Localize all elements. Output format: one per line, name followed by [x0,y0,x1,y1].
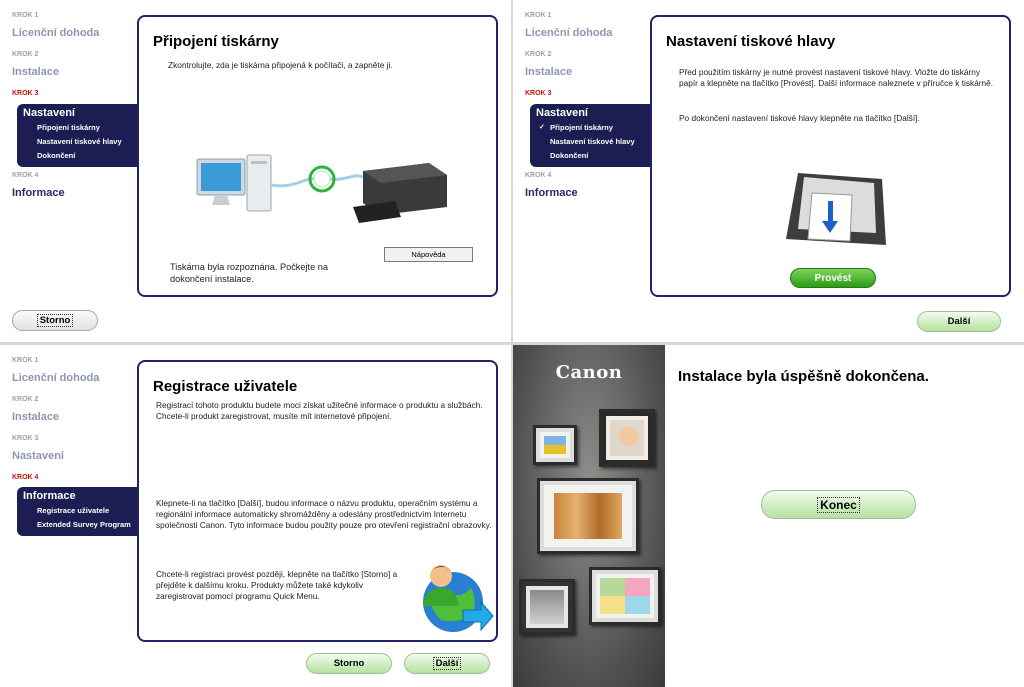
step-1: KROK 1 Licenční dohoda [12,357,99,384]
installer-panel-user-registration: KROK 1 Licenční dohoda KROK 2 Instalace … [0,345,511,687]
step-label: KROK 1 [12,357,39,364]
next-button[interactable]: Další [917,311,1001,332]
photo-frame-landscape [533,425,577,465]
status-text: Tiskárna byla rozpoznána. Počkejte na do… [170,262,328,284]
step-4: KROK 4 [12,474,38,481]
checkmark-icon: ✓ [539,124,545,131]
installer-panel-finished: Canon Instalace byla úspěšně dokončena. … [513,345,1024,687]
page-title: Připojení tiskárny [153,33,279,50]
step-label: KROK 1 [12,12,39,19]
step-name: Informace [12,187,65,199]
cancel-button-label: Storno [36,314,74,327]
content-box: Registrace uživatele Registrací tohoto p… [137,360,498,642]
steps-sidebar: KROK 1 Licenční dohoda KROK 2 Instalace … [0,0,140,300]
completion-title: Instalace byla úspěšně dokončena. [678,368,929,385]
substep-user-registration: Registrace uživatele [37,506,110,515]
active-step-name: Informace [23,490,76,502]
user-globe-icon [423,565,494,632]
step-name: Licenční dohoda [12,372,100,384]
step-3: KROK 3 [525,90,551,97]
registration-paragraph-1: Registrací tohoto produktu budete moci z… [156,400,483,421]
step-3: KROK 3 Nastavení [12,435,64,462]
step-name: Licenční dohoda [525,27,613,39]
step-1: KROK 1 Licenční dohoda [525,12,612,39]
execute-button[interactable]: Provést [790,268,876,288]
step-name: Nastavení [12,450,64,462]
photo-frame-baby [599,409,655,467]
content-box: Připojení tiskárny Zkontrolujte, zda je … [137,15,498,297]
active-step-name: Nastavení [536,107,588,119]
substep-completion: Dokončení [37,151,76,160]
step-4: KROK 4 Informace [525,172,578,199]
cancel-button[interactable]: Storno [12,310,98,331]
step-label: KROK 4 [12,172,39,179]
substep-print-head-alignment: Nastavení tiskové hlavy [550,137,635,146]
finish-button[interactable]: Konec [761,490,916,519]
next-button[interactable]: Další [404,653,490,674]
installer-panel-printer-connection: KROK 1 Licenční dohoda KROK 2 Instalace … [0,0,511,342]
help-button[interactable]: Nápověda [384,247,473,262]
step-2: KROK 2 Instalace [12,396,59,423]
active-step-block: Nastavení Připojení tiskárny Nastavení t… [17,104,138,167]
registration-paragraph-3: Chcete-li registraci provést později, kl… [156,569,398,601]
substep-printer-connection: ✓ Připojení tiskárny [536,121,651,135]
substep-extended-survey-program: Extended Survey Program [37,520,131,529]
step-2: KROK 2 Instalace [12,51,59,78]
pc-printer-connection-illustration [196,154,447,223]
page-title: Registrace uživatele [153,378,298,395]
next-button-label: Další [432,657,462,670]
step-label-current: KROK 4 [12,474,39,481]
steps-sidebar: KROK 1 Licenční dohoda KROK 2 Instalace … [513,0,653,300]
substep-label: Připojení tiskárny [550,123,613,132]
canon-branding-side: Canon [513,345,665,687]
canon-logo: Canon [555,362,623,383]
registration-paragraph-2: Klepnete-li na tlačítko [Další], budou i… [156,498,492,530]
step-name: Instalace [12,66,60,78]
substep-completion: Dokončení [550,151,589,160]
active-step-block: Nastavení ✓ Připojení tiskárny Nastavení … [530,104,651,167]
step-name: Licenční dohoda [12,27,100,39]
installer-panel-print-head-alignment: KROK 1 Licenční dohoda KROK 2 Instalace … [513,0,1024,342]
step-label: KROK 3 [12,435,39,442]
instruction-paragraph-2: Po dokončení nastavení tiskové hlavy kle… [679,113,920,123]
photo-frame-family [537,478,639,554]
substep-print-head-alignment: Nastavení tiskové hlavy [37,137,122,146]
step-label: KROK 4 [525,172,552,179]
page-title: Nastavení tiskové hlavy [666,33,836,50]
step-name: Instalace [12,411,60,423]
step-2: KROK 2 Instalace [525,51,572,78]
paper-loading-illustration [786,173,886,245]
instruction-paragraph-1: Před použitím tiskárny je nutné provést … [679,67,994,88]
step-4: KROK 4 Informace [12,172,65,199]
step-label: KROK 1 [525,12,552,19]
content-box: Nastavení tiskové hlavy Před použitím ti… [650,15,1011,297]
photo-frame-collage [589,567,661,625]
step-name: Informace [525,187,578,199]
cancel-button[interactable]: Storno [306,653,392,674]
finish-button-label: Konec [817,496,860,513]
step-label-current: KROK 3 [525,90,552,97]
step-label: KROK 2 [12,51,39,58]
step-3: KROK 3 [12,90,38,97]
active-step-name: Nastavení [23,107,75,119]
step-name: Instalace [525,66,573,78]
step-label: KROK 2 [12,396,39,403]
instruction-text: Zkontrolujte, zda je tiskárna připojená … [168,60,393,70]
steps-sidebar: KROK 1 Licenční dohoda KROK 2 Instalace … [0,345,140,645]
step-label: KROK 2 [525,51,552,58]
photo-frame-vintage [519,579,575,635]
step-1: KROK 1 Licenční dohoda [12,12,99,39]
substep-printer-connection: Připojení tiskárny [37,123,100,132]
step-label-current: KROK 3 [12,90,39,97]
active-step-block: Informace Registrace uživatele Extended … [17,487,138,536]
